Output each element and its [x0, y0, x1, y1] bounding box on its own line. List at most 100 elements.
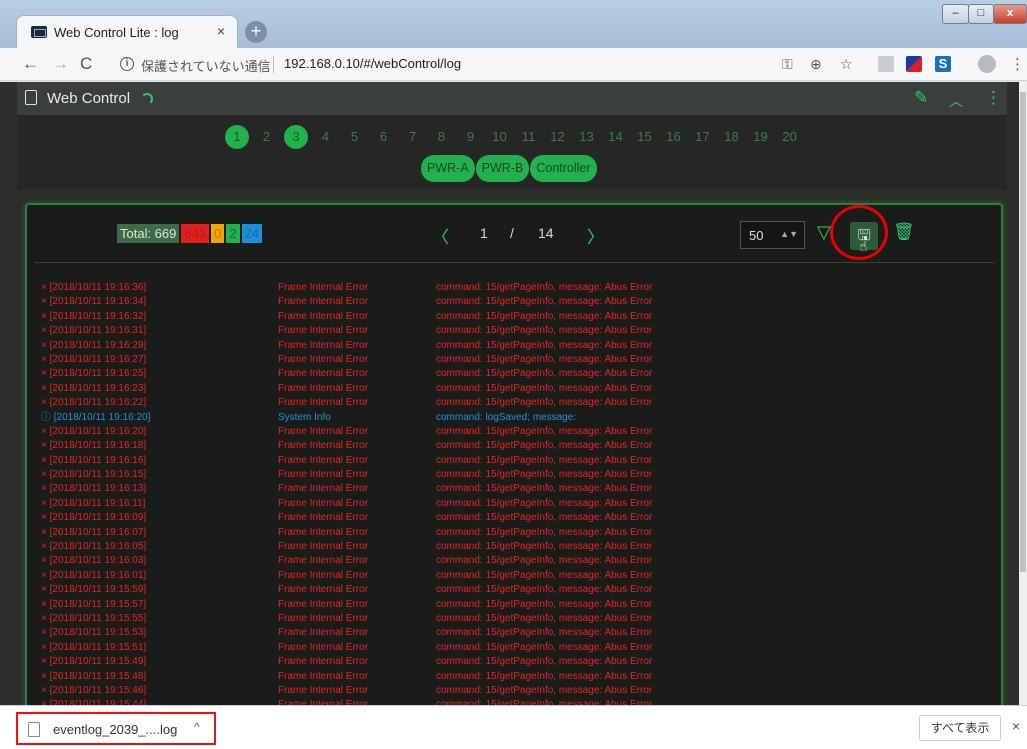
address-bar[interactable]: 192.168.0.10/#/webControl/log	[284, 56, 461, 71]
group-button[interactable]: PWR-A	[421, 155, 475, 182]
slot-number[interactable]: 8	[427, 125, 456, 149]
slot-number[interactable]: 2	[252, 125, 281, 149]
edit-icon[interactable]: ✎	[914, 88, 928, 108]
collapse-icon[interactable]: ︿	[949, 91, 963, 111]
back-button[interactable]: ←	[22, 54, 39, 74]
download-item[interactable]: eventlog_2039_....log ^	[16, 712, 216, 745]
zoom-icon[interactable]: ⊕	[810, 56, 822, 73]
log-message: command: 15/getPageInfo, message: Abus E…	[436, 699, 653, 705]
minimize-button[interactable]: –	[942, 4, 969, 24]
slot-number[interactable]: 1	[225, 125, 249, 149]
browser-window: Web Control Lite : log × + – □ x ← → C i…	[0, 0, 1027, 749]
page-title: Web Control	[47, 90, 131, 107]
slot-number[interactable]: 17	[688, 125, 717, 149]
reload-button[interactable]: C	[80, 54, 92, 74]
log-category: Frame Internal Error	[278, 699, 369, 705]
log-row: × [2018/10/11 19:16:16] Frame Internal Er…	[41, 454, 991, 468]
new-tab-button[interactable]: +	[245, 21, 267, 43]
log-row: × [2018/10/11 19:16:07] Frame Internal Er…	[41, 526, 991, 540]
slot-number[interactable]: 19	[746, 125, 775, 149]
slot-number[interactable]: 14	[601, 125, 630, 149]
log-row: × [2018/10/11 19:16:15] Frame Internal Er…	[41, 468, 991, 482]
slot-number[interactable]: 12	[543, 125, 572, 149]
log-category: Frame Internal Error	[278, 684, 369, 696]
slot-number[interactable]: 16	[659, 125, 688, 149]
log-row: × [2018/10/11 19:16:23] Frame Internal Er…	[41, 382, 991, 396]
tab-close-icon[interactable]: ×	[217, 23, 225, 39]
log-category: Frame Internal Error	[278, 512, 369, 524]
url-separator	[273, 56, 274, 73]
log-row: × [2018/10/11 19:16:01] Frame Internal Er…	[41, 569, 991, 583]
security-label[interactable]: 保護されていない通信	[141, 56, 271, 75]
log-message: command: 15/getPageInfo, message: Abus E…	[436, 598, 653, 610]
slot-number[interactable]: 3	[284, 125, 308, 149]
log-time: × [2018/10/11 19:16:29]	[41, 339, 147, 351]
log-message: command: 15/getPageInfo, message: Abus E…	[436, 310, 653, 322]
per-page-select[interactable]: 50 ▲▼	[740, 221, 805, 249]
log-message: command: 15/getPageInfo, message: Abus E…	[436, 526, 653, 538]
forward-button[interactable]: →	[52, 54, 69, 74]
log-category: Frame Internal Error	[278, 397, 369, 409]
slot-number[interactable]: 18	[717, 125, 746, 149]
document-icon	[25, 90, 37, 105]
ok-count-badge[interactable]: 2	[226, 224, 240, 243]
close-window-button[interactable]: x	[993, 4, 1027, 24]
slot-number[interactable]: 13	[572, 125, 601, 149]
download-bar: eventlog_2039_....log ^ すべて表示 ×	[0, 705, 1027, 749]
log-time: × [2018/10/11 19:16:23]	[41, 382, 147, 394]
filter-icon[interactable]: ▽	[817, 222, 831, 243]
log-message: command: 15/getPageInfo, message: Abus E…	[436, 469, 653, 481]
chevron-up-icon[interactable]: ^	[194, 720, 200, 734]
log-time: × [2018/10/11 19:16:05]	[41, 541, 147, 553]
slot-number[interactable]: 5	[340, 125, 369, 149]
next-page-button[interactable]: 〉	[587, 223, 604, 248]
info-count-badge[interactable]: 24	[241, 224, 263, 243]
more-icon[interactable]: ⋮	[985, 88, 1002, 108]
slot-number[interactable]: 4	[311, 125, 340, 149]
site-info-icon[interactable]: i	[120, 57, 134, 71]
log-message: command: 15/getPageInfo, message: Abus E…	[436, 397, 653, 409]
download-file-name: eventlog_2039_....log	[53, 722, 178, 737]
menu-icon[interactable]: ⋮	[1010, 55, 1025, 73]
slot-number[interactable]: 20	[775, 125, 804, 149]
slot-number[interactable]: 11	[514, 125, 543, 149]
log-category: Frame Internal Error	[278, 382, 369, 394]
group-button[interactable]: PWR-B	[475, 155, 530, 182]
profile-icon[interactable]	[978, 55, 996, 73]
log-time: × [2018/10/11 19:16:07]	[41, 526, 147, 538]
browser-tab[interactable]: Web Control Lite : log ×	[16, 15, 238, 48]
extension-icon[interactable]	[906, 56, 922, 72]
slot-number[interactable]: 6	[369, 125, 398, 149]
slot-number[interactable]: 7	[398, 125, 427, 149]
log-message: command: 15/getPageInfo, message: Abus E…	[436, 425, 653, 437]
log-time: × [2018/10/11 19:16:25]	[41, 368, 147, 380]
log-category: Frame Internal Error	[278, 425, 369, 437]
key-icon[interactable]: ⚿	[782, 56, 793, 73]
log-message: command: 15/getPageInfo, message: Abus E…	[436, 282, 653, 293]
log-category: Frame Internal Error	[278, 353, 369, 365]
scrollbar-thumb[interactable]	[1020, 92, 1026, 572]
log-time: × [2018/10/11 19:15:48]	[41, 670, 147, 682]
log-category: System Info	[278, 411, 331, 423]
log-category: Frame Internal Error	[278, 670, 369, 682]
per-page-value: 50	[749, 228, 764, 243]
close-icon[interactable]: ×	[1012, 718, 1020, 734]
slot-number[interactable]: 10	[485, 125, 514, 149]
maximize-button[interactable]: □	[968, 4, 994, 24]
group-button[interactable]: Controller	[530, 155, 597, 182]
show-all-button[interactable]: すべて表示	[919, 715, 1001, 741]
log-category: Frame Internal Error	[278, 555, 369, 567]
tab-title: Web Control Lite : log	[54, 25, 179, 40]
delete-icon[interactable]: 🗑	[893, 222, 915, 242]
error-count-badge[interactable]: 643	[181, 224, 210, 243]
slot-number[interactable]: 15	[630, 125, 659, 149]
extension-icon[interactable]	[878, 56, 894, 72]
page-scrollbar[interactable]	[1019, 82, 1027, 705]
log-time: × [2018/10/11 19:15:57]	[41, 598, 147, 610]
extension-icon[interactable]: S	[935, 56, 951, 72]
log-message: command: 15/getPageInfo, message: Abus E…	[436, 497, 653, 509]
star-icon[interactable]: ☆	[840, 56, 853, 73]
warning-count-badge[interactable]: 0	[211, 224, 225, 243]
slot-number[interactable]: 9	[456, 125, 485, 149]
prev-page-button[interactable]: 〈	[432, 223, 449, 248]
